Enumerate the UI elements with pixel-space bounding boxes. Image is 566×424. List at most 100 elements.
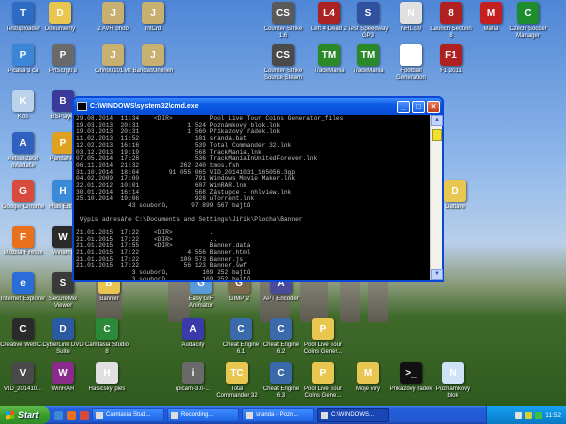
shortcut-icon: W [52, 362, 74, 384]
shortcut-icon: B [52, 90, 74, 112]
shortcut-icon: P [52, 44, 74, 66]
cmd-console-output[interactable]: 29.08.2014 11:34 <DIR> Pool Live Tour Co… [74, 115, 430, 280]
shortcut-icon: FG [400, 44, 422, 66]
taskbar-item-icon [171, 411, 178, 419]
start-button[interactable]: Start [0, 406, 50, 424]
cmd-window[interactable]: C:\WINDOWS\system32\cmd.exe _ □ × 29.08.… [72, 96, 444, 282]
console-line: 43 souborů, 97 899 567 bajtů [76, 202, 251, 210]
shortcut-label: ipicam-3.0-... [175, 386, 211, 392]
taskbar-item[interactable]: Camtasia Stud... [92, 408, 164, 422]
taskbar-item[interactable]: C:\WINDOWS... [317, 408, 389, 422]
shortcut-label: Banner [99, 296, 119, 302]
shortcut-label: Test Speedway GP3 [347, 26, 389, 39]
shortcut-label: Hasičský ples [88, 386, 126, 392]
shortcut-icon: T [12, 2, 34, 24]
shortcut-icon: W [52, 226, 74, 248]
desktop-shortcut[interactable]: J IntCrd [130, 2, 176, 33]
tray-app-icon[interactable] [535, 411, 543, 419]
desktop-shortcut[interactable]: J BandasUnilnen [130, 44, 176, 75]
desktop-shortcut[interactable]: S Test Speedway GP3 [345, 2, 391, 40]
desktop-shortcut[interactable]: TC Total Commander 32 [214, 362, 260, 400]
shortcut-icon: J [142, 44, 164, 66]
shortcut-label: Camtasia Studio 8 [84, 342, 130, 355]
shortcut-icon: CS [272, 2, 294, 24]
shortcut-icon: S [52, 272, 74, 294]
desktop-shortcut[interactable]: W WinRAR [40, 362, 86, 393]
desktop-shortcut[interactable]: C Cheat Engine 6.2 [258, 318, 304, 356]
system-tray: 11:52 [486, 406, 566, 424]
shortcut-label: Audacity [181, 342, 205, 348]
scroll-thumb[interactable] [432, 129, 442, 141]
desktop-shortcut[interactable]: A Audacity [170, 318, 216, 349]
taskbar-item-label: C:\WINDOWS... [331, 412, 374, 418]
taskbar-item-icon [321, 411, 328, 419]
shortcut-icon: i [182, 362, 204, 384]
tray-network-icon[interactable] [515, 411, 523, 419]
shortcut-icon: C [517, 2, 539, 24]
desktop-shortcut[interactable]: P Pool Live Tour Coins Gener... [300, 318, 346, 356]
tray-volume-icon[interactable] [525, 411, 533, 419]
desktop-shortcut[interactable]: H Hasičský ples [84, 362, 130, 393]
shortcut-icon: M [480, 2, 502, 24]
shortcut-icon: N [400, 2, 422, 24]
taskbar-item-icon [246, 411, 253, 419]
taskbar-item[interactable]: sranda - Pozn... [242, 408, 314, 422]
cmd-app-icon [77, 102, 87, 111]
desktop-shortcut[interactable]: M Moje viry [345, 362, 391, 393]
shortcut-icon: CS [272, 44, 294, 66]
shortcut-label: Czech Soccer Manager [509, 26, 547, 39]
desktop-shortcut[interactable]: P Pool Live Tour Coins Gene... [300, 362, 346, 400]
cmd-window-title: C:\WINDOWS\system32\cmd.exe [90, 103, 199, 110]
quicklaunch-chrome-icon[interactable] [80, 410, 89, 420]
shortcut-label: Counter-Strike Source Steam [263, 68, 303, 81]
taskbar: Start Camtasia Stud... Recording... sranda… [0, 406, 566, 424]
shortcut-icon: F [12, 226, 34, 248]
shortcut-label: Cheat Engine 6.3 [262, 386, 300, 399]
shortcut-icon: M [357, 362, 379, 384]
taskbar-window-list: Camtasia Stud... Recording... sranda - Poz… [89, 408, 389, 422]
shortcut-icon: P [52, 132, 74, 154]
cmd-titlebar[interactable]: C:\WINDOWS\system32\cmd.exe _ □ × [74, 98, 442, 115]
shortcut-label: Moje viry [355, 386, 380, 392]
desktop-shortcut[interactable]: C Cheat Engine 6.3 [258, 362, 304, 400]
taskbar-item-icon [96, 411, 103, 419]
desktop-shortcut[interactable]: C Camtasia Studio 8 [84, 318, 130, 356]
desktop-shortcut[interactable]: F1 F1 2011 [428, 44, 474, 75]
shortcut-icon: G [12, 180, 34, 202]
taskbar-item[interactable]: Recording... [167, 408, 239, 422]
shortcut-label: Pool Live Tour Coins Gener... [303, 342, 343, 355]
shortcut-icon: TC [226, 362, 248, 384]
scroll-down-arrow-icon[interactable]: ▼ [431, 269, 443, 280]
cmd-scrollbar[interactable]: ▲ ▼ [430, 115, 443, 280]
taskbar-item-label: sranda - Pozn... [256, 412, 299, 418]
quicklaunch-firefox-icon[interactable] [67, 410, 76, 420]
desktop-shortcut[interactable]: D Dokumenty [37, 2, 83, 33]
shortcut-icon: V [12, 362, 34, 384]
shortcut-label: WinRAR [51, 386, 75, 392]
shortcut-icon: A [182, 318, 204, 340]
desktop-shortcut[interactable]: CS Counter-Strike 1.6 [260, 2, 306, 40]
shortcut-icon: TM [357, 44, 379, 66]
minimize-button[interactable]: _ [397, 100, 410, 113]
shortcut-label: PrtScrgti 3 [48, 68, 77, 74]
desktop-shortcut[interactable]: C Czech Soccer Manager [505, 2, 551, 40]
shortcut-icon: L4 [318, 2, 340, 24]
shortcut-icon: J [102, 44, 124, 66]
taskbar-item-label: Camtasia Stud... [106, 412, 151, 418]
desktop-shortcut[interactable]: P PrtScrgti 3 [40, 44, 86, 75]
shortcut-icon: e [12, 272, 34, 294]
shortcut-icon: C [270, 362, 292, 384]
maximize-button[interactable]: □ [412, 100, 425, 113]
close-button[interactable]: × [427, 100, 440, 113]
quicklaunch-ie-icon[interactable] [54, 410, 63, 420]
windows-logo-icon [6, 410, 14, 420]
desktop-shortcut[interactable]: >_ Přikazový řádek [388, 362, 434, 393]
desktop-shortcut[interactable]: N Poznámkový blok [430, 362, 476, 400]
desktop-shortcut[interactable]: i ipicam-3.0-... [170, 362, 216, 393]
desktop-shortcut[interactable]: D CyberLink DVD Suite [40, 318, 86, 356]
clock[interactable]: 11:52 [545, 412, 561, 419]
desktop-shortcut[interactable]: TM TrackMania [345, 44, 391, 75]
scroll-up-arrow-icon[interactable]: ▲ [431, 115, 443, 126]
desktop-shortcut[interactable]: CS Counter-Strike Source Steam [260, 44, 306, 82]
shortcut-icon: H [96, 362, 118, 384]
